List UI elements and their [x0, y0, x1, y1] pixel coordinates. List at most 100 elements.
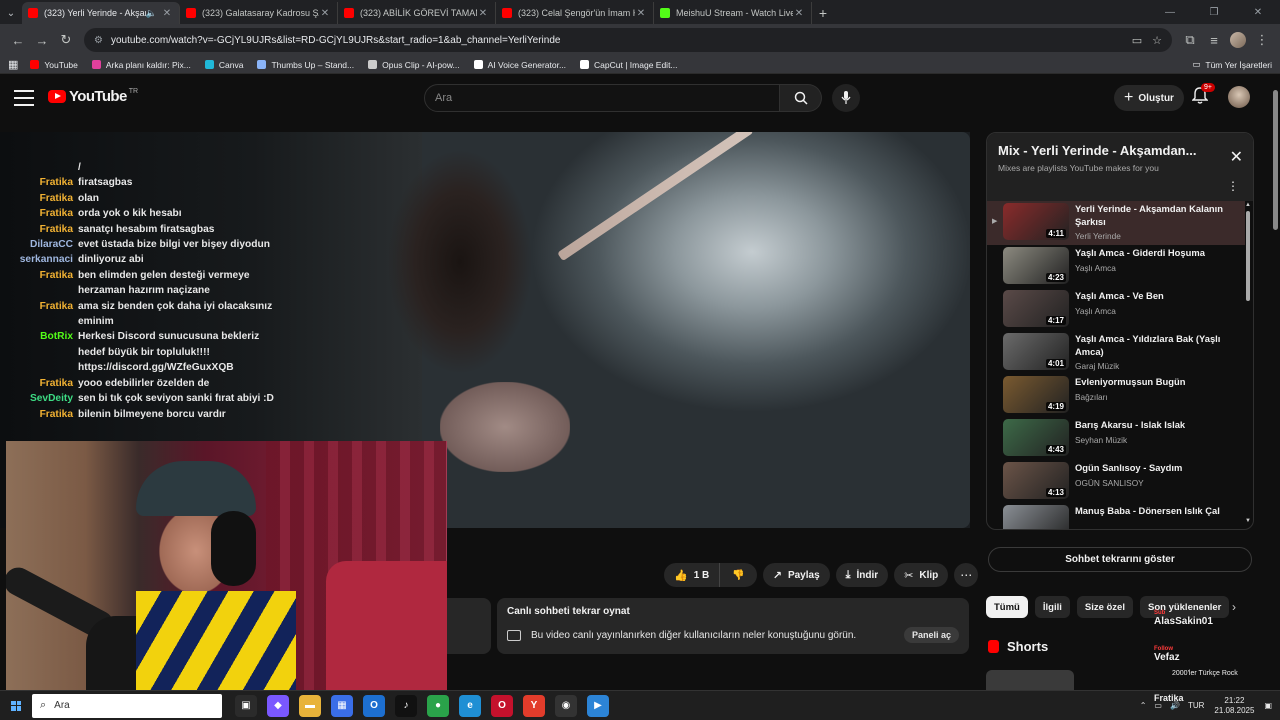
shorts-thumbnail[interactable]	[986, 670, 1074, 690]
browser-tab[interactable]: (323) Yerli Yerinde - Akşam 🔈 ✕	[22, 2, 180, 24]
hamburger-menu-icon[interactable]	[14, 88, 34, 108]
dislike-button[interactable]: 👎	[720, 563, 756, 587]
voice-search-button[interactable]	[832, 84, 860, 112]
new-tab-button[interactable]: +	[812, 2, 834, 24]
filter-chip[interactable]: İlgili	[1034, 596, 1070, 618]
playlist-item[interactable]: 4:01 Yaşlı Amca - Yıldızlara Bak (Yaşlı A…	[987, 331, 1245, 374]
playlist-thumbnail[interactable]: 4:23	[1003, 247, 1069, 284]
playlist-thumbnail[interactable]: 4:19	[1003, 376, 1069, 413]
search-input[interactable]	[424, 84, 780, 112]
playlist-item[interactable]: ▶ 4:11 Yerli Yerinde - Akşamdan Kalanın Şa…	[987, 201, 1245, 245]
filter-chip[interactable]: Tümü	[986, 596, 1028, 618]
playlist-item[interactable]: 4:23 Yaşlı Amca - Giderdi Hoşuma Yaşlı Amc…	[987, 245, 1245, 288]
taskbar-file-explorer-icon[interactable]: ▬	[299, 694, 321, 717]
cast-icon[interactable]: ▭	[1132, 34, 1142, 47]
create-button[interactable]: + Oluştur	[1114, 85, 1184, 111]
browser-tab[interactable]: (323) Galatasaray Kadrosu ŞAM✕	[180, 2, 338, 24]
playlist-scroll-down-icon[interactable]: ▼	[1245, 518, 1251, 524]
taskbar-copilot-icon[interactable]: ◆	[267, 694, 289, 717]
tab-close-icon[interactable]: ✕	[477, 8, 489, 19]
taskbar-chrome-icon[interactable]: ●	[427, 694, 449, 717]
search-button[interactable]	[780, 84, 822, 112]
playlist-menu-icon[interactable]: ⋮	[1227, 179, 1239, 193]
like-button[interactable]: 👍 1 B	[664, 563, 721, 587]
address-bar[interactable]: ⚙ youtube.com/watch?v=-GCjYL9UJRs&list=R…	[84, 28, 1172, 52]
playlist-scroll-up-icon[interactable]: ▲	[1245, 202, 1251, 208]
windows-start-icon[interactable]	[11, 700, 21, 711]
taskbar-opera-icon[interactable]: O	[491, 694, 513, 717]
bookmark-item[interactable]: YouTube	[30, 60, 78, 70]
taskbar-store-icon[interactable]: ▦	[331, 694, 353, 717]
browser-tab[interactable]: (323) ABİLİK GÖREVİ TAMAML ✕	[338, 2, 496, 24]
playlist-item[interactable]: Manuş Baba - Dönersen Islık Çal	[987, 503, 1245, 529]
kebab-menu-icon[interactable]: ⋮	[1250, 28, 1274, 52]
bookmark-item[interactable]: Thumbs Up – Stand...	[257, 60, 354, 70]
reading-list-icon[interactable]: ≡	[1202, 28, 1226, 52]
taskbar-yandex-icon[interactable]: Y	[523, 694, 545, 717]
filter-chip[interactable]: Size özel	[1076, 596, 1133, 618]
extensions-icon[interactable]: ⧉	[1178, 28, 1202, 52]
playlist-thumbnail[interactable]: 4:01	[1003, 333, 1069, 370]
tab-close-icon[interactable]: ✕	[319, 8, 331, 19]
playlist-thumbnail[interactable]	[1003, 505, 1069, 529]
tab-audio-icon[interactable]: 🔈	[146, 8, 157, 19]
playlist-item[interactable]: 4:17 Yaşlı Amca - Ve Ben Yaşlı Amca	[987, 288, 1245, 331]
notification-center-icon[interactable]: ▣	[1264, 701, 1272, 710]
restore-icon[interactable]: ❐	[1192, 0, 1236, 24]
playlist-item[interactable]: 4:43 Barış Akarsu - Islak Islak Seyhan Müz…	[987, 417, 1245, 460]
notification-badge: 9+	[1201, 83, 1215, 92]
download-button[interactable]: ⤓ İndir	[835, 563, 889, 587]
forward-arrow-icon[interactable]: →	[30, 28, 54, 52]
share-button[interactable]: ↗ Paylaş	[762, 563, 830, 587]
taskbar-search[interactable]: ⌕ Ara	[32, 693, 222, 718]
back-arrow-icon[interactable]: ←	[6, 28, 30, 52]
taskbar-obs-icon[interactable]: ◉	[555, 694, 577, 717]
tab-search-chevron-icon[interactable]: ⌄	[0, 2, 22, 24]
tab-close-icon[interactable]: ✕	[793, 8, 805, 19]
tab-close-icon[interactable]: ✕	[635, 8, 647, 19]
taskbar-outlook-icon[interactable]: O	[363, 694, 385, 717]
all-bookmarks[interactable]: ▭ Tüm Yer İşaretleri	[1192, 59, 1272, 70]
playlist-title[interactable]: Mix - Yerli Yerinde - Akşamdan...	[998, 143, 1243, 158]
close-window-icon[interactable]: ✕	[1236, 0, 1280, 24]
open-panel-button[interactable]: Paneli aç	[903, 627, 959, 643]
apps-grid-icon[interactable]: ▦	[8, 58, 18, 71]
bookmark-item[interactable]: Opus Clip - AI-pow...	[368, 60, 460, 70]
chips-next-icon[interactable]: ›	[1232, 600, 1236, 614]
tray-clock[interactable]: 21:22 21.08.2025	[1214, 696, 1254, 716]
account-avatar[interactable]	[1228, 86, 1250, 108]
bookmark-item[interactable]: Canva	[204, 60, 243, 70]
playlist-item[interactable]: 4:19 Evleniyormuşsun Bugün Bağzıları	[987, 374, 1245, 417]
tray-lang[interactable]: TUR	[1188, 701, 1204, 710]
reload-icon[interactable]: ↻	[54, 28, 78, 52]
chat-username	[12, 160, 78, 175]
tray-chevron-icon[interactable]: ⌃	[1140, 701, 1147, 710]
bookmark-item[interactable]: CapCut | Image Edit...	[580, 60, 678, 70]
more-actions-icon[interactable]: ⋯	[954, 563, 979, 587]
clip-button[interactable]: ✂ Klip	[894, 563, 949, 587]
playlist-item[interactable]: 4:13 Ogün Sanlısoy - Saydım OGÜN SANLISOY	[987, 460, 1245, 503]
site-info-icon[interactable]: ⚙	[94, 35, 103, 46]
minimize-icon[interactable]: —	[1148, 0, 1192, 24]
browser-tab[interactable]: (323) Celal Şengör'ün İmam Ha ✕	[496, 2, 654, 24]
profile-avatar-button[interactable]	[1226, 28, 1250, 52]
playlist-thumbnail[interactable]: 4:17	[1003, 290, 1069, 327]
playlist-thumbnail[interactable]: 4:11	[1003, 203, 1069, 240]
show-chat-replay-button[interactable]: Sohbet tekrarını göster	[988, 547, 1252, 572]
bookmark-item[interactable]: AI Voice Generator...	[473, 60, 566, 70]
playlist-thumbnail[interactable]: 4:13	[1003, 462, 1069, 499]
taskbar-task-view-icon[interactable]: ▣	[235, 694, 257, 717]
youtube-logo[interactable]: YouTube TR	[48, 88, 138, 105]
close-playlist-icon[interactable]: ✕	[1230, 147, 1243, 167]
bookmark-item[interactable]: Arka planı kaldır: Pix...	[91, 60, 191, 70]
tab-close-icon[interactable]: ✕	[161, 8, 173, 19]
taskbar-edge-icon[interactable]: e	[459, 694, 481, 717]
bookmark-star-icon[interactable]: ☆	[1152, 34, 1162, 47]
browser-tab[interactable]: MeishuU Stream - Watch Live ✕	[654, 2, 812, 24]
playlist-scrollbar[interactable]	[1246, 211, 1250, 301]
playlist-thumbnail[interactable]: 4:43	[1003, 419, 1069, 456]
page-scrollbar[interactable]	[1273, 90, 1278, 230]
notifications-button[interactable]: 9+	[1191, 83, 1215, 109]
taskbar-other-icon[interactable]: ▶	[587, 694, 609, 717]
taskbar-tiktok-icon[interactable]: ♪	[395, 694, 417, 717]
